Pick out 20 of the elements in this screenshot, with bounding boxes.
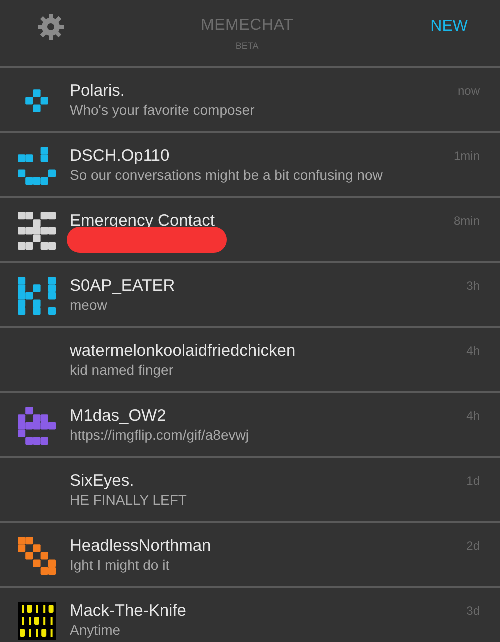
app-title: MEMECHAT	[200, 17, 294, 35]
contact-name: watermelonkoolaidfriedchicken	[70, 341, 297, 361]
message-preview: Anytime	[70, 621, 122, 639]
contact-name: Mack-The-Knife	[70, 601, 188, 621]
contact-name: S0AP_EATER	[70, 276, 176, 296]
message-preview: Ight I might do it	[70, 556, 171, 574]
new-button[interactable]: NEW	[430, 18, 468, 36]
contact-name: SixEyes.	[70, 471, 136, 491]
message-preview: meow	[70, 296, 108, 314]
settings-icon[interactable]	[38, 14, 64, 40]
contact-name: DSCH.Op110	[70, 146, 171, 166]
message-preview: HE FINALLY LEFT	[70, 491, 188, 509]
message-preview: kid named finger	[70, 361, 175, 379]
message-preview: https://imgflip.com/gif/a8evwj	[70, 426, 250, 444]
message-preview: So our conversations might be a bit confusing now	[70, 166, 384, 184]
contact-name: Emergency Contact	[70, 211, 216, 231]
contact-name: M1das_OW2	[70, 406, 168, 426]
contact-name: HeadlessNorthman	[70, 536, 212, 556]
message-preview: Who's your favorite composer	[70, 101, 256, 119]
contact-name: Polaris.	[70, 81, 126, 101]
